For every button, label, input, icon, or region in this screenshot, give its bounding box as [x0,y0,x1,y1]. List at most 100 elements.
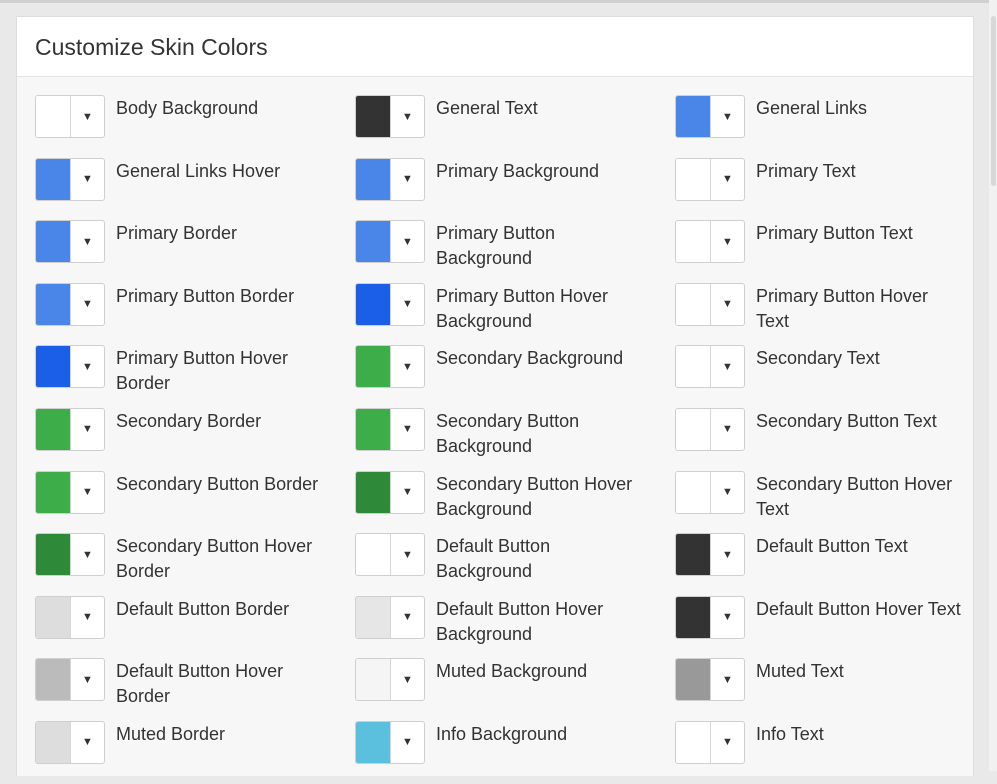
dropdown-arrow-icon[interactable]: ▼ [71,346,104,387]
page-scrollbar[interactable] [989,0,997,771]
color-swatch[interactable] [356,596,391,638]
color-picker-muted-border[interactable]: ▼ [35,720,105,764]
dropdown-arrow-icon[interactable]: ▼ [711,472,744,513]
color-swatch[interactable] [676,408,711,450]
color-picker-secondary-button-text[interactable]: ▼ [675,407,745,451]
dropdown-arrow-icon[interactable]: ▼ [391,409,424,450]
color-picker-info-text[interactable]: ▼ [675,720,745,764]
color-picker-default-button-hover-text[interactable]: ▼ [675,595,745,639]
color-swatch[interactable] [676,346,711,388]
dropdown-arrow-icon[interactable]: ▼ [391,346,424,387]
color-picker-default-button-hover-border[interactable]: ▼ [35,658,105,702]
color-picker-primary-button-hover-border[interactable]: ▼ [35,345,105,389]
color-picker-primary-button-background[interactable]: ▼ [355,220,425,264]
color-swatch[interactable] [356,408,391,450]
color-swatch[interactable] [676,221,711,263]
dropdown-arrow-icon[interactable]: ▼ [711,597,744,638]
color-picker-secondary-text[interactable]: ▼ [675,345,745,389]
color-picker-primary-button-text[interactable]: ▼ [675,220,745,264]
color-picker-primary-button-border[interactable]: ▼ [35,282,105,326]
dropdown-arrow-icon[interactable]: ▼ [391,284,424,325]
color-swatch[interactable] [356,534,391,576]
color-picker-default-button-hover-background[interactable]: ▼ [355,595,425,639]
dropdown-arrow-icon[interactable]: ▼ [71,472,104,513]
dropdown-arrow-icon[interactable]: ▼ [391,659,424,700]
color-swatch[interactable] [356,471,391,513]
color-swatch[interactable] [36,346,71,388]
color-picker-body-background[interactable]: ▼ [35,95,105,138]
color-picker-muted-background[interactable]: ▼ [355,658,425,702]
dropdown-arrow-icon[interactable]: ▼ [71,159,104,200]
color-picker-info-background[interactable]: ▼ [355,720,425,764]
color-swatch[interactable] [356,659,391,701]
color-picker-secondary-border[interactable]: ▼ [35,407,105,451]
color-swatch[interactable] [356,96,391,137]
dropdown-arrow-icon[interactable]: ▼ [711,221,744,262]
color-swatch[interactable] [36,158,71,200]
dropdown-arrow-icon[interactable]: ▼ [391,534,424,575]
color-swatch[interactable] [676,96,711,137]
dropdown-arrow-icon[interactable]: ▼ [711,722,744,763]
color-swatch[interactable] [676,283,711,325]
color-swatch[interactable] [676,659,711,701]
dropdown-arrow-icon[interactable]: ▼ [711,534,744,575]
dropdown-arrow-icon[interactable]: ▼ [71,409,104,450]
color-swatch[interactable] [36,96,71,137]
color-picker-secondary-button-hover-text[interactable]: ▼ [675,470,745,514]
dropdown-arrow-icon[interactable]: ▼ [71,659,104,700]
dropdown-arrow-icon[interactable]: ▼ [71,284,104,325]
color-picker-primary-text[interactable]: ▼ [675,157,745,201]
color-picker-secondary-button-hover-border[interactable]: ▼ [35,533,105,577]
dropdown-arrow-icon[interactable]: ▼ [71,597,104,638]
color-swatch[interactable] [676,471,711,513]
dropdown-arrow-icon[interactable]: ▼ [711,346,744,387]
color-swatch[interactable] [36,721,71,763]
color-swatch[interactable] [36,408,71,450]
color-swatch[interactable] [676,721,711,763]
dropdown-arrow-icon[interactable]: ▼ [71,722,104,763]
color-picker-muted-text[interactable]: ▼ [675,658,745,702]
dropdown-arrow-icon[interactable]: ▼ [71,221,104,262]
color-picker-primary-border[interactable]: ▼ [35,220,105,264]
color-picker-primary-button-hover-background[interactable]: ▼ [355,282,425,326]
color-picker-secondary-background[interactable]: ▼ [355,345,425,389]
color-picker-primary-button-hover-text[interactable]: ▼ [675,282,745,326]
dropdown-arrow-icon[interactable]: ▼ [711,409,744,450]
dropdown-arrow-icon[interactable]: ▼ [711,284,744,325]
dropdown-arrow-icon[interactable]: ▼ [391,722,424,763]
dropdown-arrow-icon[interactable]: ▼ [391,597,424,638]
color-picker-general-links-hover[interactable]: ▼ [35,157,105,201]
color-swatch[interactable] [356,221,391,263]
color-swatch[interactable] [36,659,71,701]
color-picker-general-text[interactable]: ▼ [355,95,425,138]
dropdown-arrow-icon[interactable]: ▼ [711,159,744,200]
color-swatch[interactable] [356,721,391,763]
color-swatch[interactable] [356,346,391,388]
color-picker-secondary-button-background[interactable]: ▼ [355,407,425,451]
dropdown-arrow-icon[interactable]: ▼ [391,472,424,513]
color-picker-primary-background[interactable]: ▼ [355,157,425,201]
scrollbar-thumb[interactable] [991,16,996,186]
color-swatch[interactable] [36,471,71,513]
dropdown-arrow-icon[interactable]: ▼ [711,96,744,137]
color-picker-default-button-background[interactable]: ▼ [355,533,425,577]
color-swatch[interactable] [676,158,711,200]
color-swatch[interactable] [676,534,711,576]
dropdown-arrow-icon[interactable]: ▼ [391,96,424,137]
color-swatch[interactable] [36,534,71,576]
dropdown-arrow-icon[interactable]: ▼ [71,534,104,575]
color-swatch[interactable] [36,283,71,325]
dropdown-arrow-icon[interactable]: ▼ [391,221,424,262]
dropdown-arrow-icon[interactable]: ▼ [391,159,424,200]
color-swatch[interactable] [356,158,391,200]
color-swatch[interactable] [36,596,71,638]
color-picker-default-button-text[interactable]: ▼ [675,533,745,577]
color-swatch[interactable] [676,596,711,638]
color-picker-default-button-border[interactable]: ▼ [35,595,105,639]
color-swatch[interactable] [36,221,71,263]
dropdown-arrow-icon[interactable]: ▼ [71,96,104,137]
color-picker-general-links[interactable]: ▼ [675,95,745,138]
color-picker-secondary-button-border[interactable]: ▼ [35,470,105,514]
dropdown-arrow-icon[interactable]: ▼ [711,659,744,700]
color-picker-secondary-button-hover-background[interactable]: ▼ [355,470,425,514]
